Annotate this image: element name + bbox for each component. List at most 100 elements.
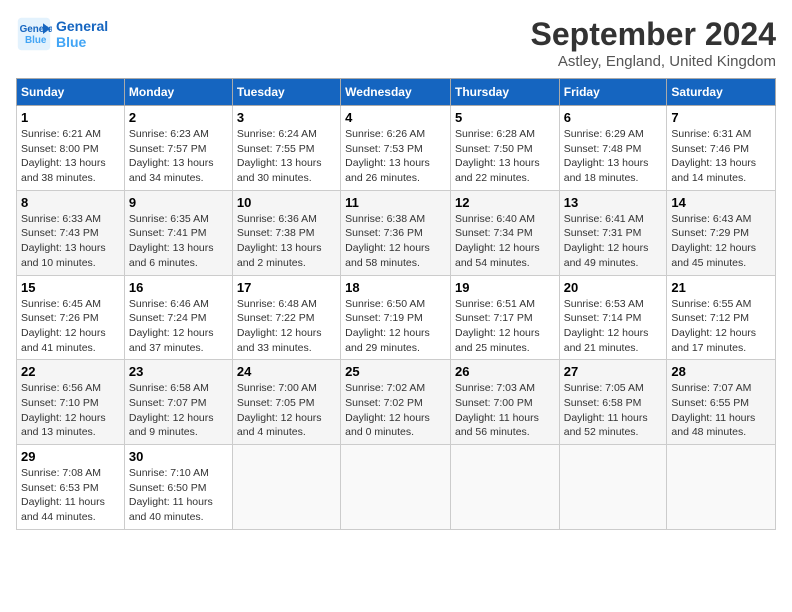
day-number: 3 — [237, 110, 336, 125]
location-subtitle: Astley, England, United Kingdom — [531, 53, 776, 70]
day-number: 20 — [564, 280, 663, 295]
empty-cell — [232, 445, 340, 530]
day-number: 4 — [345, 110, 446, 125]
day-number: 15 — [21, 280, 120, 295]
day-content: Sunrise: 6:45 AMSunset: 7:26 PMDaylight:… — [21, 297, 120, 356]
day-number: 18 — [345, 280, 446, 295]
day-content: Sunrise: 6:33 AMSunset: 7:43 PMDaylight:… — [21, 212, 120, 271]
day-number: 13 — [564, 195, 663, 210]
calendar-day-19: 19 Sunrise: 6:51 AMSunset: 7:17 PMDayligh… — [450, 275, 559, 360]
day-number: 23 — [129, 364, 228, 379]
empty-cell — [450, 445, 559, 530]
day-number: 27 — [564, 364, 663, 379]
day-content: Sunrise: 7:00 AMSunset: 7:05 PMDaylight:… — [237, 381, 336, 440]
calendar-day-17: 17 Sunrise: 6:48 AMSunset: 7:22 PMDayligh… — [232, 275, 340, 360]
day-number: 12 — [455, 195, 555, 210]
calendar-day-23: 23 Sunrise: 6:58 AMSunset: 7:07 PMDayligh… — [124, 360, 232, 445]
day-content: Sunrise: 6:48 AMSunset: 7:22 PMDaylight:… — [237, 297, 336, 356]
calendar-day-8: 8 Sunrise: 6:33 AMSunset: 7:43 PMDaylight… — [17, 190, 125, 275]
calendar-day-4: 4Sunrise: 6:26 AMSunset: 7:53 PMDaylight… — [341, 106, 451, 191]
calendar-day-7: 7 Sunrise: 6:31 AMSunset: 7:46 PMDaylight… — [667, 106, 776, 191]
day-number: 28 — [671, 364, 771, 379]
day-number: 29 — [21, 449, 120, 464]
calendar-day-27: 27Sunrise: 7:05 AMSunset: 6:58 PMDayligh… — [559, 360, 667, 445]
day-content: Sunrise: 7:03 AMSunset: 7:00 PMDaylight:… — [455, 381, 555, 440]
day-number: 11 — [345, 195, 446, 210]
calendar-day-20: 20 Sunrise: 6:53 AMSunset: 7:14 PMDayligh… — [559, 275, 667, 360]
day-number: 14 — [671, 195, 771, 210]
day-number: 22 — [21, 364, 120, 379]
calendar-day-15: 15 Sunrise: 6:45 AMSunset: 7:26 PMDayligh… — [17, 275, 125, 360]
day-content: Sunrise: 6:50 AMSunset: 7:19 PMDaylight:… — [345, 297, 446, 356]
day-number: 17 — [237, 280, 336, 295]
empty-cell — [667, 445, 776, 530]
day-content: Sunrise: 6:40 AMSunset: 7:34 PMDaylight:… — [455, 212, 555, 271]
logo: General Blue GeneralBlue — [16, 16, 108, 52]
day-content: Sunrise: 7:07 AMSunset: 6:55 PMDaylight:… — [671, 381, 771, 440]
calendar-day-1: 1 Sunrise: 6:21 AMSunset: 8:00 PMDaylight… — [17, 106, 125, 191]
col-header-friday: Friday — [559, 79, 667, 106]
day-number: 10 — [237, 195, 336, 210]
day-content: Sunrise: 6:35 AMSunset: 7:41 PMDaylight:… — [129, 212, 228, 271]
day-number: 7 — [671, 110, 771, 125]
calendar-day-28: 28 Sunrise: 7:07 AMSunset: 6:55 PMDayligh… — [667, 360, 776, 445]
day-content: Sunrise: 6:55 AMSunset: 7:12 PMDaylight:… — [671, 297, 771, 356]
day-number: 5 — [455, 110, 555, 125]
calendar-day-29: 29 Sunrise: 7:08 AMSunset: 6:53 PMDayligh… — [17, 445, 125, 530]
calendar-day-18: 18 Sunrise: 6:50 AMSunset: 7:19 PMDayligh… — [341, 275, 451, 360]
day-content: Sunrise: 7:08 AMSunset: 6:53 PMDaylight:… — [21, 466, 120, 525]
col-header-thursday: Thursday — [450, 79, 559, 106]
day-content: Sunrise: 6:41 AMSunset: 7:31 PMDaylight:… — [564, 212, 663, 271]
calendar-day-16: 16Sunrise: 6:46 AMSunset: 7:24 PMDayligh… — [124, 275, 232, 360]
day-content: Sunrise: 6:28 AMSunset: 7:50 PMDaylight:… — [455, 127, 555, 186]
logo-icon: General Blue — [16, 16, 52, 52]
calendar-day-13: 13 Sunrise: 6:41 AMSunset: 7:31 PMDayligh… — [559, 190, 667, 275]
calendar-day-3: 3 Sunrise: 6:24 AMSunset: 7:55 PMDaylight… — [232, 106, 340, 191]
day-number: 25 — [345, 364, 446, 379]
calendar-day-25: 25 Sunrise: 7:02 AMSunset: 7:02 PMDayligh… — [341, 360, 451, 445]
calendar-day-14: 14 Sunrise: 6:43 AMSunset: 7:29 PMDayligh… — [667, 190, 776, 275]
day-number: 30 — [129, 449, 228, 464]
calendar-day-26: 26 Sunrise: 7:03 AMSunset: 7:00 PMDayligh… — [450, 360, 559, 445]
empty-cell — [341, 445, 451, 530]
day-content: Sunrise: 6:24 AMSunset: 7:55 PMDaylight:… — [237, 127, 336, 186]
day-content: Sunrise: 6:53 AMSunset: 7:14 PMDaylight:… — [564, 297, 663, 356]
day-number: 2 — [129, 110, 228, 125]
day-content: Sunrise: 6:31 AMSunset: 7:46 PMDaylight:… — [671, 127, 771, 186]
day-number: 19 — [455, 280, 555, 295]
day-number: 9 — [129, 195, 228, 210]
calendar-day-30: 30 Sunrise: 7:10 AMSunset: 6:50 PMDayligh… — [124, 445, 232, 530]
calendar-day-6: 6 Sunrise: 6:29 AMSunset: 7:48 PMDaylight… — [559, 106, 667, 191]
day-content: Sunrise: 6:29 AMSunset: 7:48 PMDaylight:… — [564, 127, 663, 186]
calendar-day-10: 10 Sunrise: 6:36 AMSunset: 7:38 PMDayligh… — [232, 190, 340, 275]
calendar-day-12: 12 Sunrise: 6:40 AMSunset: 7:34 PMDayligh… — [450, 190, 559, 275]
day-content: Sunrise: 6:23 AMSunset: 7:57 PMDaylight:… — [129, 127, 228, 186]
day-content: Sunrise: 6:43 AMSunset: 7:29 PMDaylight:… — [671, 212, 771, 271]
day-content: Sunrise: 6:51 AMSunset: 7:17 PMDaylight:… — [455, 297, 555, 356]
day-number: 21 — [671, 280, 771, 295]
col-header-wednesday: Wednesday — [341, 79, 451, 106]
col-header-tuesday: Tuesday — [232, 79, 340, 106]
title-block: September 2024 Astley, England, United K… — [531, 16, 776, 70]
day-content: Sunrise: 6:58 AMSunset: 7:07 PMDaylight:… — [129, 381, 228, 440]
day-content: Sunrise: 6:38 AMSunset: 7:36 PMDaylight:… — [345, 212, 446, 271]
day-content: Sunrise: 6:36 AMSunset: 7:38 PMDaylight:… — [237, 212, 336, 271]
empty-cell — [559, 445, 667, 530]
day-number: 1 — [21, 110, 120, 125]
day-number: 8 — [21, 195, 120, 210]
day-content: Sunrise: 6:21 AMSunset: 8:00 PMDaylight:… — [21, 127, 120, 186]
calendar-day-5: 5 Sunrise: 6:28 AMSunset: 7:50 PMDaylight… — [450, 106, 559, 191]
day-number: 26 — [455, 364, 555, 379]
month-title: September 2024 — [531, 16, 776, 53]
day-content: Sunrise: 6:46 AMSunset: 7:24 PMDaylight:… — [129, 297, 228, 356]
page-header: General Blue GeneralBlue September 2024 … — [16, 16, 776, 70]
col-header-saturday: Saturday — [667, 79, 776, 106]
calendar-day-21: 21 Sunrise: 6:55 AMSunset: 7:12 PMDayligh… — [667, 275, 776, 360]
logo-text: GeneralBlue — [56, 18, 108, 50]
day-content: Sunrise: 7:10 AMSunset: 6:50 PMDaylight:… — [129, 466, 228, 525]
svg-text:Blue: Blue — [25, 35, 47, 46]
calendar-day-11: 11 Sunrise: 6:38 AMSunset: 7:36 PMDayligh… — [341, 190, 451, 275]
day-number: 6 — [564, 110, 663, 125]
day-content: Sunrise: 7:02 AMSunset: 7:02 PMDaylight:… — [345, 381, 446, 440]
calendar-day-24: 24Sunrise: 7:00 AMSunset: 7:05 PMDayligh… — [232, 360, 340, 445]
